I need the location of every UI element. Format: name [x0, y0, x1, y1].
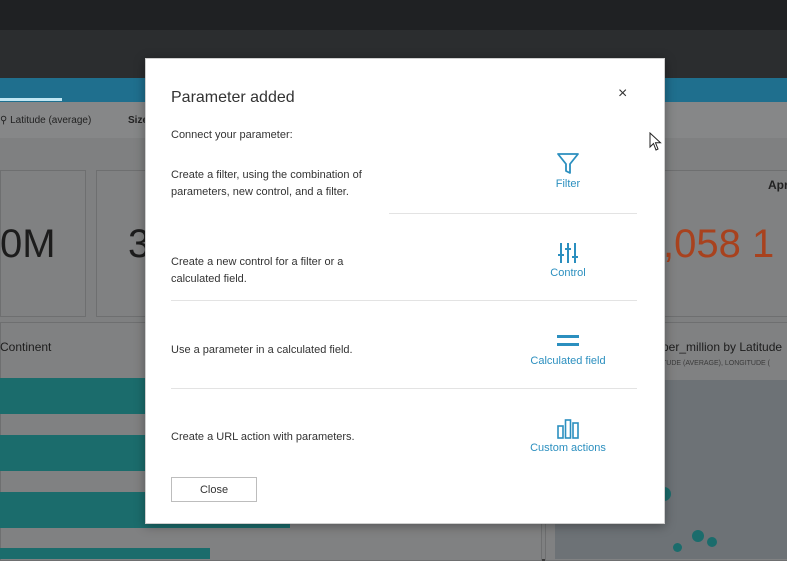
map-dot	[692, 530, 704, 542]
parameter-added-dialog: Parameter added × Connect your parameter…	[145, 58, 665, 524]
map-dot	[707, 537, 717, 547]
calculated-field-action[interactable]: Calculated field	[498, 329, 638, 367]
equals-icon	[557, 335, 579, 346]
dialog-title: Parameter added	[171, 89, 295, 106]
filter-icon	[557, 153, 579, 174]
connect-label: Connect your parameter:	[171, 129, 293, 141]
field-latitude-label: Latitude (average)	[10, 115, 92, 126]
filter-action-label: Filter	[555, 178, 581, 190]
bar-chart-bar	[0, 378, 160, 414]
close-button[interactable]: Close	[171, 477, 257, 502]
divider	[389, 213, 637, 214]
control-action[interactable]: Control	[498, 241, 638, 279]
map-pin-icon: ⚲	[0, 115, 8, 126]
option-filter-description: Create a filter, using the combination o…	[171, 169, 362, 198]
field-latitude[interactable]: ⚲ Latitude (average)	[0, 115, 91, 126]
mouse-cursor-icon	[649, 132, 662, 151]
divider	[171, 300, 637, 301]
custom-actions-action[interactable]: Custom actions	[498, 416, 638, 454]
option-calculated-field-description: Use a parameter in a calculated field.	[171, 344, 353, 356]
kpi-value-1: 0M	[0, 222, 56, 266]
kpi-value-3: ,058 1	[663, 222, 775, 266]
custom-actions-action-label: Custom actions	[530, 442, 606, 454]
active-tab-indicator	[0, 98, 62, 101]
app-top-bar	[0, 0, 787, 30]
kpi-label-3: Apr	[768, 178, 787, 192]
bar-chart-bar	[0, 548, 210, 559]
bar-chart-label: Continent	[0, 340, 52, 354]
map-subtitle: TUDE (AVERAGE), LONGITUDE (	[662, 360, 770, 367]
calculated-field-action-label: Calculated field	[530, 355, 606, 367]
bar-chart-icon	[557, 419, 579, 439]
filter-action[interactable]: Filter	[498, 152, 638, 190]
control-action-label: Control	[550, 267, 586, 279]
close-icon[interactable]: ×	[618, 85, 627, 103]
option-custom-actions-description: Create a URL action with parameters.	[171, 431, 355, 443]
map-title: per_million by Latitude	[662, 340, 783, 354]
sliders-icon	[558, 243, 578, 263]
option-control-description: Create a new control for a filter or a c…	[171, 256, 344, 285]
bar-chart-bar	[0, 435, 160, 471]
map-dot	[673, 543, 682, 552]
divider	[171, 388, 637, 389]
